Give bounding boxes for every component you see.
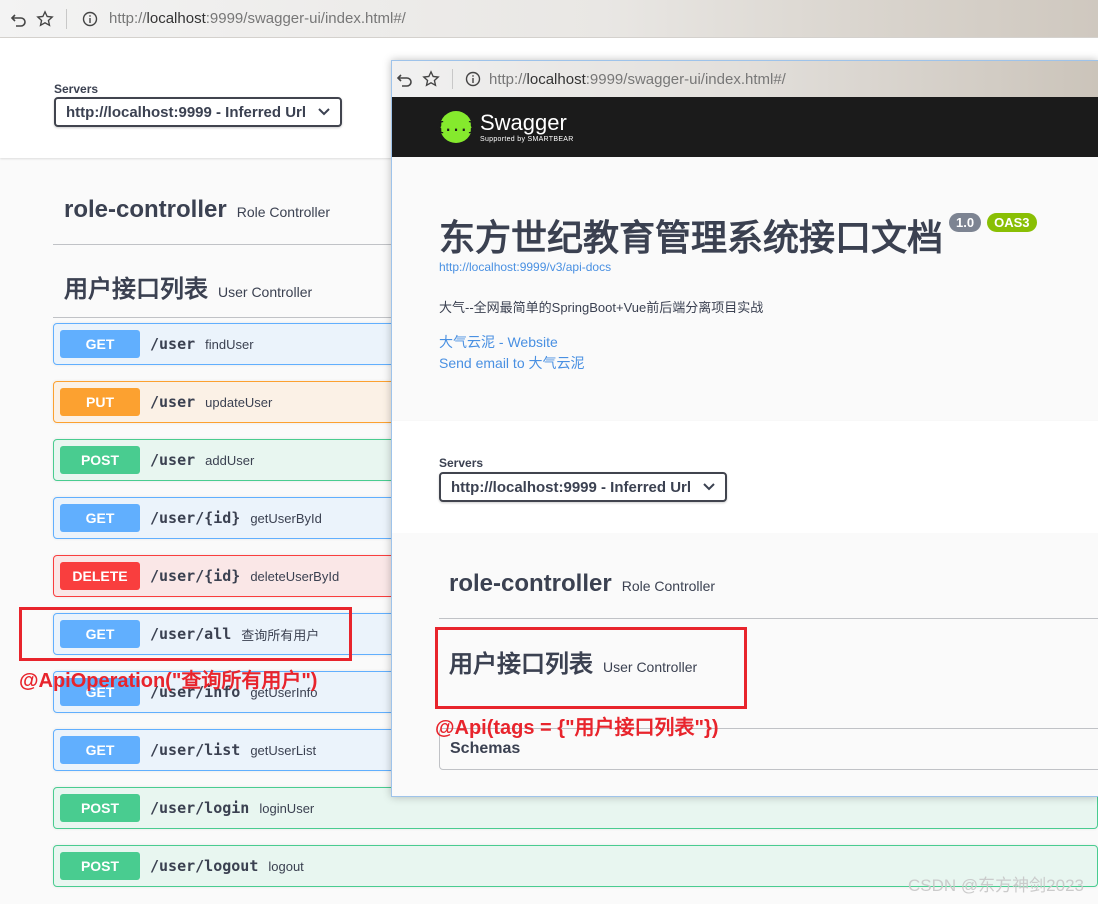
oas-badge: OAS3 <box>987 213 1037 232</box>
operation-summary: logout <box>268 858 304 874</box>
swagger-topbar: {...} Swagger Supported by SMARTBEAR <box>392 97 1098 157</box>
tag-name: 用户接口列表 <box>64 276 208 303</box>
reload-icon[interactable] <box>392 66 418 92</box>
operation-summary: getUserList <box>250 742 317 758</box>
address-url[interactable]: http://localhost:9999/swagger-ui/index.h… <box>109 10 406 27</box>
info-icon[interactable] <box>77 6 103 32</box>
logo-sub-text: Supported by SMARTBEAR <box>480 135 574 143</box>
operation-path: /user/{id} <box>150 567 241 585</box>
servers-select-value: http://localhost:9999 - Inferred Url <box>66 103 307 121</box>
divider <box>53 317 393 318</box>
email-link[interactable]: Send email to 大气云泥 <box>439 353 585 373</box>
operation-summary: updateUser <box>205 394 273 410</box>
api-docs-link[interactable]: http://localhost:9999/v3/api-docs <box>439 260 611 274</box>
chevron-down-icon <box>318 105 330 119</box>
operation-summary: addUser <box>205 452 255 468</box>
tag-description: Role Controller <box>621 578 716 594</box>
tag-user-controller[interactable]: 用户接口列表 User Controller <box>64 269 312 304</box>
divider <box>53 244 393 245</box>
browser-address-bar: http://localhost:9999/swagger-ui/index.h… <box>0 0 1098 38</box>
operation-summary: loginUser <box>259 800 315 816</box>
address-url[interactable]: http://localhost:9999/swagger-ui/index.h… <box>489 71 786 88</box>
method-badge: POST <box>60 446 140 474</box>
operation-path: /user/list <box>150 741 241 759</box>
servers-select[interactable]: http://localhost:9999 - Inferred Url <box>54 97 343 127</box>
logo-main-text: Swagger <box>480 109 567 135</box>
method-badge: GET <box>60 736 140 764</box>
chevron-down-icon <box>703 480 715 494</box>
method-badge: PUT <box>60 388 140 416</box>
toolbar-divider <box>452 69 453 89</box>
method-badge: GET <box>60 504 140 532</box>
reload-icon[interactable] <box>6 6 32 32</box>
method-badge: GET <box>60 330 140 358</box>
tag-name: role-controller <box>64 196 227 223</box>
operation-path: /user <box>150 335 196 353</box>
tag-role-controller[interactable]: role-controller Role Controller <box>64 196 330 224</box>
tag-description: User Controller <box>218 284 313 300</box>
tag-role-controller[interactable]: role-controller Role Controller <box>449 570 715 598</box>
api-description: 大气--全网最简单的SpringBoot+Vue前后端分离项目实战 <box>439 300 764 315</box>
api-info: 东方世纪教育管理系统接口文档 1.0 OAS3 http://localhost… <box>392 157 1098 413</box>
website-link[interactable]: 大气云泥 - Website <box>439 332 558 352</box>
schemas-title: Schemas <box>450 740 521 757</box>
browser-address-bar: http://localhost:9999/swagger-ui/index.h… <box>392 61 1098 97</box>
method-badge: DELETE <box>60 562 140 590</box>
highlight-box-api-operation <box>19 607 352 661</box>
star-icon[interactable] <box>418 66 444 92</box>
highlight-box-api-tags <box>435 627 747 709</box>
swagger-logo-icon[interactable]: {...} <box>436 111 476 143</box>
divider <box>439 618 1098 619</box>
servers-label: Servers <box>54 82 99 96</box>
operation-summary: getUserById <box>250 510 322 526</box>
operation-path: /user/login <box>150 799 250 817</box>
operation-path: /user/{id} <box>150 509 241 527</box>
tag-description: Role Controller <box>236 204 331 220</box>
tag-name: role-controller <box>449 570 612 597</box>
version-badge: 1.0 <box>949 213 982 232</box>
swagger-logo[interactable]: Swagger Supported by SMARTBEAR <box>480 109 574 143</box>
api-title: 东方世纪教育管理系统接口文档 <box>439 217 944 258</box>
operation-path: /user/logout <box>150 857 259 875</box>
annotation-api-tags: @Api(tags = {"用户接口列表"}) <box>435 717 719 739</box>
servers-label: Servers <box>439 456 484 470</box>
annotation-api-operation: @ApiOperation("查询所有用户") <box>19 670 318 692</box>
servers-section: Servers http://localhost:9999 - Inferred… <box>392 421 1098 533</box>
watermark: CSDN @东方神剑2023 <box>908 876 1084 895</box>
servers-select-value: http://localhost:9999 - Inferred Url <box>451 478 692 496</box>
method-badge: POST <box>60 794 140 822</box>
method-badge: POST <box>60 852 140 880</box>
star-icon[interactable] <box>32 6 58 32</box>
operation-summary: findUser <box>205 336 254 352</box>
toolbar-divider <box>66 8 67 29</box>
api-title-row: 东方世纪教育管理系统接口文档 1.0 OAS3 <box>439 209 1037 261</box>
operation-summary: deleteUserById <box>250 568 340 584</box>
operation-path: /user <box>150 393 196 411</box>
operation-path: /user <box>150 451 196 469</box>
servers-select[interactable]: http://localhost:9999 - Inferred Url <box>439 472 728 502</box>
info-icon[interactable] <box>463 66 483 92</box>
